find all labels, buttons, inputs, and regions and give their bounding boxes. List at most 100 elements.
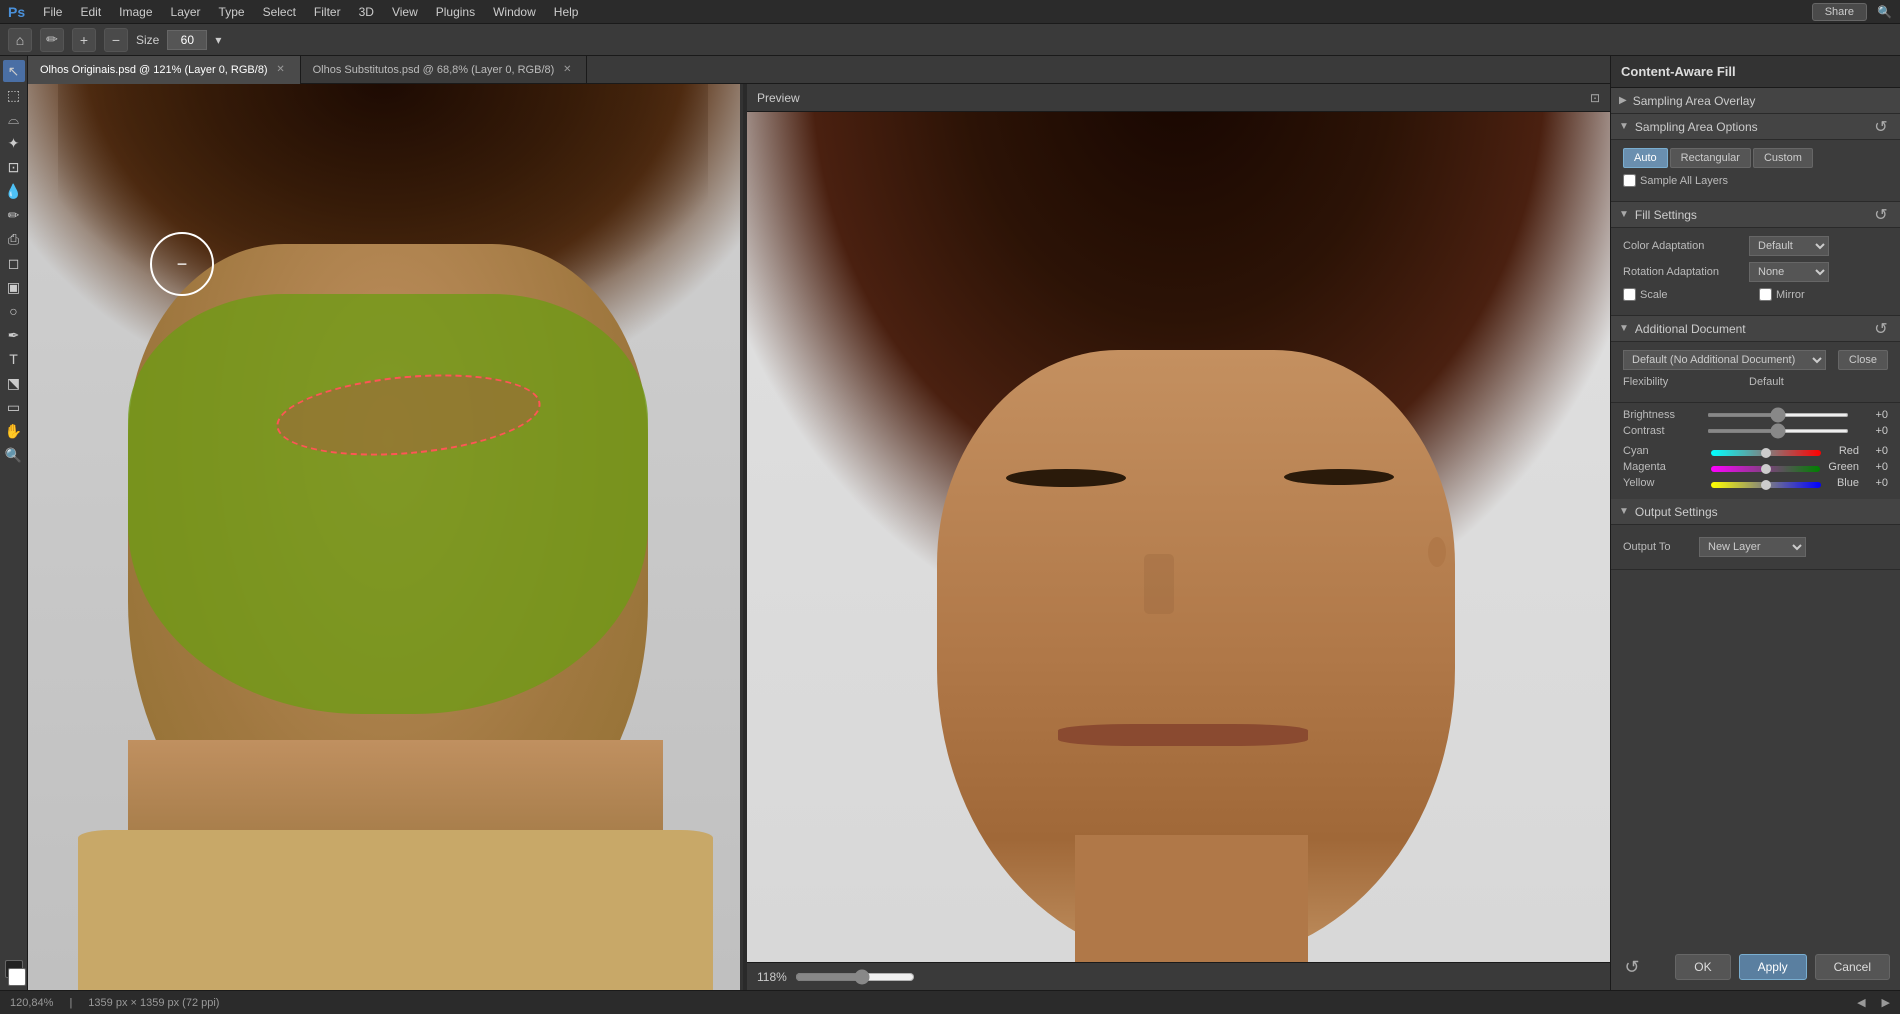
sampling-options-section[interactable]: ▼ Sampling Area Options ↺ — [1611, 114, 1900, 140]
tab-bar: Olhos Originais.psd @ 121% (Layer 0, RGB… — [28, 56, 1610, 84]
cancel-button[interactable]: Cancel — [1815, 954, 1890, 980]
ok-button[interactable]: OK — [1675, 954, 1730, 980]
menu-3d[interactable]: 3D — [351, 3, 382, 21]
output-to-label: Output To — [1623, 541, 1693, 553]
sample-all-layers-checkbox[interactable] — [1623, 174, 1636, 187]
sampling-options-reset[interactable]: ↺ — [1870, 116, 1892, 138]
tool-hand[interactable]: ✋ — [3, 420, 25, 442]
color-adaptation-select[interactable]: Default None High Very High — [1749, 236, 1829, 256]
contrast-label: Contrast — [1623, 425, 1703, 437]
preview-expand-icon[interactable]: ⊡ — [1590, 91, 1600, 105]
additional-doc-close[interactable]: Close — [1838, 350, 1888, 370]
tool-text[interactable]: T — [3, 348, 25, 370]
tool-dodge[interactable]: ○ — [3, 300, 25, 322]
tool-brush[interactable]: ✏ — [3, 204, 25, 226]
fill-settings-content: Color Adaptation Default None High Very … — [1611, 228, 1900, 316]
tool-path[interactable]: ⬔ — [3, 372, 25, 394]
brightness-slider[interactable] — [1707, 413, 1849, 417]
size-input[interactable] — [167, 30, 207, 50]
tool-lasso[interactable]: ⌓ — [3, 108, 25, 130]
background-color[interactable] — [8, 968, 26, 986]
scale-checkbox[interactable] — [1623, 288, 1636, 301]
brightness-section: Brightness +0 Contrast +0 — [1611, 403, 1900, 443]
fill-settings-reset[interactable]: ↺ — [1870, 204, 1892, 226]
caf-reset-button[interactable]: ↺ — [1621, 956, 1643, 978]
menu-file[interactable]: File — [35, 3, 70, 21]
tool-clone[interactable]: ⎙ — [3, 228, 25, 250]
tab-substitutos-label: Olhos Substitutos.psd @ 68,8% (Layer 0, … — [313, 64, 555, 76]
menu-window[interactable]: Window — [485, 3, 544, 21]
yellow-value: Blue — [1829, 477, 1859, 489]
preview-footer: 118% — [747, 962, 1610, 990]
tab-originais-label: Olhos Originais.psd @ 121% (Layer 0, RGB… — [40, 64, 268, 76]
tool-move[interactable]: ↖ — [3, 60, 25, 82]
subtract-mode-button[interactable]: − — [104, 28, 128, 52]
toolbar: ⌂ ✏ + − Size ▾ — [0, 24, 1900, 56]
canvas-area: Olhos Originais.psd @ 121% (Layer 0, RGB… — [28, 56, 1610, 990]
rectangular-button[interactable]: Rectangular — [1670, 148, 1751, 168]
sampling-options-arrow: ▼ — [1619, 121, 1629, 132]
left-toolbox: ↖ ⬚ ⌓ ✦ ⊡ 💧 ✏ ⎙ ◻ ▣ ○ ✒ T ⬔ ▭ ✋ 🔍 — [0, 56, 28, 990]
preview-panel: Preview ⊡ — [747, 84, 1610, 990]
menu-edit[interactable]: Edit — [72, 3, 109, 21]
menu-select[interactable]: Select — [255, 3, 304, 21]
status-nav-left[interactable]: ◀ — [1857, 996, 1865, 1009]
sampling-overlay-label: Sampling Area Overlay — [1633, 94, 1756, 108]
auto-button[interactable]: Auto — [1623, 148, 1668, 168]
rotation-adaptation-select[interactable]: None Low Medium High Full — [1749, 262, 1829, 282]
status-nav-right[interactable]: ▶ — [1882, 996, 1890, 1009]
sampling-overlay-section[interactable]: ▶ Sampling Area Overlay — [1611, 88, 1900, 114]
tool-eraser[interactable]: ◻ — [3, 252, 25, 274]
menu-plugins[interactable]: Plugins — [428, 3, 483, 21]
flexibility-label: Flexibility — [1623, 376, 1743, 388]
left-canvas[interactable]: − — [28, 84, 743, 990]
menu-view[interactable]: View — [384, 3, 426, 21]
canvas-container: − Preview ⊡ — [28, 84, 1610, 990]
caf-title: Content-Aware Fill — [1621, 64, 1736, 79]
tool-magic-wand[interactable]: ✦ — [3, 132, 25, 154]
menu-image[interactable]: Image — [111, 3, 160, 21]
tool-select[interactable]: ⬚ — [3, 84, 25, 106]
size-label: Size — [136, 33, 159, 47]
share-button[interactable]: Share — [1812, 3, 1867, 21]
contrast-slider[interactable] — [1707, 429, 1849, 433]
apply-button[interactable]: Apply — [1739, 954, 1807, 980]
color-adaptation-label: Color Adaptation — [1623, 240, 1743, 252]
zoom-slider[interactable] — [795, 969, 915, 985]
custom-button[interactable]: Custom — [1753, 148, 1813, 168]
magenta-label: Magenta — [1623, 461, 1703, 473]
tool-crop[interactable]: ⊡ — [3, 156, 25, 178]
home-button[interactable]: ⌂ — [8, 28, 32, 52]
mirror-checkbox[interactable] — [1759, 288, 1772, 301]
sample-all-layers-checkbox-row[interactable]: Sample All Layers — [1623, 174, 1743, 187]
tool-eyedropper[interactable]: 💧 — [3, 180, 25, 202]
tab-originais-close[interactable]: ✕ — [274, 63, 288, 77]
tool-zoom[interactable]: 🔍 — [3, 444, 25, 466]
menu-layer[interactable]: Layer — [163, 3, 209, 21]
menu-type[interactable]: Type — [211, 3, 253, 21]
scale-checkbox-row[interactable]: Scale — [1623, 288, 1743, 301]
tab-originais[interactable]: Olhos Originais.psd @ 121% (Layer 0, RGB… — [28, 56, 301, 84]
fill-settings-section[interactable]: ▼ Fill Settings ↺ — [1611, 202, 1900, 228]
add-mode-button[interactable]: + — [72, 28, 96, 52]
additional-doc-select[interactable]: Default (No Additional Document) — [1623, 350, 1826, 370]
menu-help[interactable]: Help — [546, 3, 587, 21]
caf-panel-header: Content-Aware Fill — [1611, 56, 1900, 88]
sampling-overlay-arrow: ▶ — [1619, 95, 1627, 106]
brush-cursor: − — [150, 232, 214, 296]
tool-shape[interactable]: ▭ — [3, 396, 25, 418]
flexibility-value: Default — [1749, 376, 1784, 388]
additional-doc-section[interactable]: ▼ Additional Document ↺ — [1611, 316, 1900, 342]
brush-button[interactable]: ✏ — [40, 28, 64, 52]
additional-doc-reset[interactable]: ↺ — [1870, 318, 1892, 340]
mirror-checkbox-row[interactable]: Mirror — [1759, 288, 1879, 301]
size-dropdown[interactable]: ▾ — [215, 33, 221, 47]
search-icon[interactable]: 🔍 — [1877, 5, 1892, 19]
tab-substitutos-close[interactable]: ✕ — [560, 63, 574, 77]
tool-pen[interactable]: ✒ — [3, 324, 25, 346]
menu-filter[interactable]: Filter — [306, 3, 349, 21]
output-settings-section[interactable]: ▼ Output Settings — [1611, 499, 1900, 525]
tab-substitutos[interactable]: Olhos Substitutos.psd @ 68,8% (Layer 0, … — [301, 56, 588, 84]
tool-gradient[interactable]: ▣ — [3, 276, 25, 298]
output-to-select[interactable]: New Layer Current Layer Duplicate Layer — [1699, 537, 1806, 557]
